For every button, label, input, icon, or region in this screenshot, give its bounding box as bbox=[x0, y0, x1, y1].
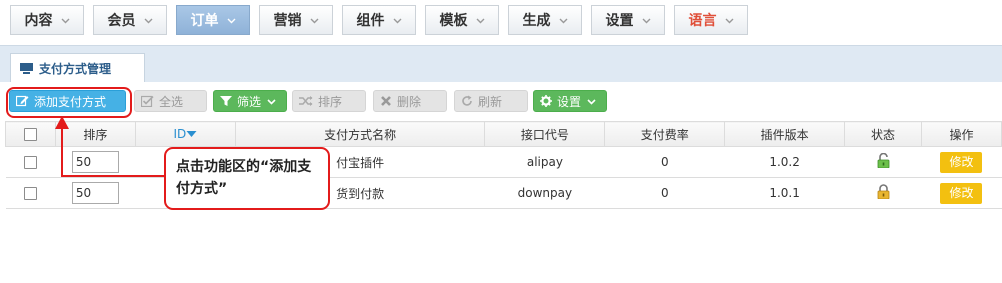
annotation-callout: 点击功能区的“添加支付方式” bbox=[164, 147, 330, 210]
callout-text: 点击功能区的“添加支付方式” bbox=[176, 159, 312, 197]
annotation-arrow bbox=[55, 116, 164, 177]
